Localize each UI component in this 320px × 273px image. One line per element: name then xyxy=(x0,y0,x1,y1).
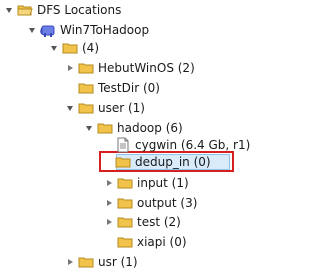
collapsed-arrow-icon[interactable] xyxy=(65,63,75,73)
tree-node-label: HebutWinOS (2) xyxy=(98,61,195,75)
folder-icon xyxy=(78,63,94,74)
tree-node-label: input (1) xyxy=(137,176,189,190)
folder-icon xyxy=(117,217,133,228)
tree-node-label: DFS Locations xyxy=(37,3,122,17)
tree-node-label: usr (1) xyxy=(98,255,138,269)
expanded-arrow-icon[interactable] xyxy=(49,43,59,53)
tree-node-label: dedup_in (0) xyxy=(135,155,211,169)
tree-node-label: Win7ToHadoop xyxy=(60,23,150,37)
expanded-arrow-icon[interactable] xyxy=(4,5,14,15)
folder-icon xyxy=(117,178,133,189)
expanded-arrow-icon[interactable] xyxy=(84,123,94,133)
folder-open-icon xyxy=(17,5,33,16)
expanded-arrow-icon[interactable] xyxy=(65,103,75,113)
folder-icon xyxy=(78,103,94,114)
folder-icon xyxy=(117,198,133,209)
tree-node-label: output (3) xyxy=(137,196,198,210)
folder-icon xyxy=(117,237,133,248)
folder-icon xyxy=(78,257,94,268)
tree-node-label: TestDir (0) xyxy=(98,81,160,95)
folder-icon xyxy=(78,83,94,94)
folder-icon xyxy=(62,43,78,54)
folder-icon xyxy=(115,157,131,168)
expanded-arrow-icon[interactable] xyxy=(27,25,37,35)
collapsed-arrow-icon[interactable] xyxy=(104,217,114,227)
collapsed-arrow-icon[interactable] xyxy=(104,178,114,188)
folder-icon xyxy=(97,123,113,134)
collapsed-arrow-icon[interactable] xyxy=(65,257,75,267)
dfs-locations-tree: DFS Locations Win7ToHadoop (4) HebutWinO… xyxy=(0,0,311,273)
collapsed-arrow-icon[interactable] xyxy=(104,198,114,208)
tree-node-label: xiapi (0) xyxy=(137,235,187,249)
tree-node-label: test (2) xyxy=(137,215,181,229)
elephant-icon xyxy=(40,25,55,37)
tree-node-label: (4) xyxy=(82,41,99,55)
file-icon xyxy=(117,137,129,153)
tree-node-label: user (1) xyxy=(98,101,145,115)
